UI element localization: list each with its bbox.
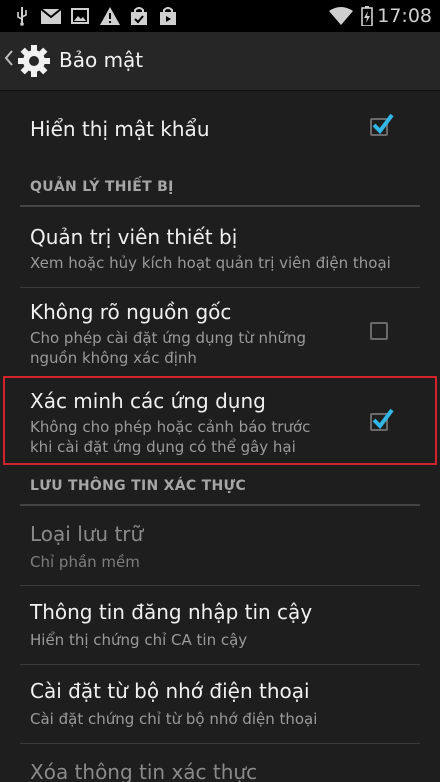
page-title: Bảo mật [59,48,144,72]
status-time: 17:08 [377,5,432,27]
trusted-credentials-item[interactable]: Thông tin đăng nhập tin cậy Hiển thị chứ… [0,586,440,664]
highlight-box [3,376,437,465]
unknown-sources-title: Không rõ nguồn gốc [30,300,232,324]
install-from-storage-summary: Cài đặt chứng chỉ từ bộ nhớ điện thoại [30,710,318,728]
install-from-storage-title: Cài đặt từ bộ nhớ điện thoại [30,679,310,703]
trusted-credentials-title: Thông tin đăng nhập tin cậy [30,600,313,624]
device-admin-summary: Xem hoặc hủy kích hoạt quản trị viên điệ… [30,254,391,272]
section-header-credentials: LƯU THÔNG TIN XÁC THỰC [30,478,247,494]
gallery-icon [70,6,90,26]
battery-icon [360,6,374,26]
usb-icon [14,6,30,26]
show-password-title: Hiển thị mật khẩu [30,117,210,141]
clear-credentials-item: Xóa thông tin xác thực [0,744,440,782]
unknown-sources-item[interactable]: Không rõ nguồn gốc Cho phép cài đặt ứng … [0,288,440,376]
show-password-item[interactable]: Hiển thị mật khẩu [0,91,440,169]
unknown-sources-summary-2: nguồn không xác định [30,349,197,367]
wifi-icon [328,6,354,26]
play-store-icon [158,6,178,26]
section-header-device: QUẢN LÝ THIẾT BỊ [30,179,174,195]
device-admin-title: Quản trị viên thiết bị [30,225,238,249]
status-bar: 17:08 [0,0,440,32]
storage-type-item: Loại lưu trữ Chỉ phần mềm [0,506,440,584]
clear-credentials-title: Xóa thông tin xác thực [30,760,258,782]
device-admin-item[interactable]: Quản trị viên thiết bị Xem hoặc hủy kích… [0,207,440,287]
warning-icon [99,6,121,26]
install-from-storage-item[interactable]: Cài đặt từ bộ nhớ điện thoại Cài đặt chứ… [0,665,440,743]
unknown-sources-checkbox[interactable] [370,322,388,340]
unknown-sources-summary: Cho phép cài đặt ứng dụng từ những [30,329,307,347]
bag-icon [129,6,149,26]
show-password-checkbox[interactable] [370,113,394,136]
storage-type-title: Loại lưu trữ [30,522,144,546]
storage-type-summary: Chỉ phần mềm [30,553,140,571]
trusted-credentials-summary: Hiển thị chứng chỉ CA tin cậy [30,631,248,649]
back-button[interactable] [4,48,14,72]
gear-icon[interactable] [16,43,52,83]
action-bar: Bảo mật [0,32,440,91]
gmail-icon [40,6,62,26]
